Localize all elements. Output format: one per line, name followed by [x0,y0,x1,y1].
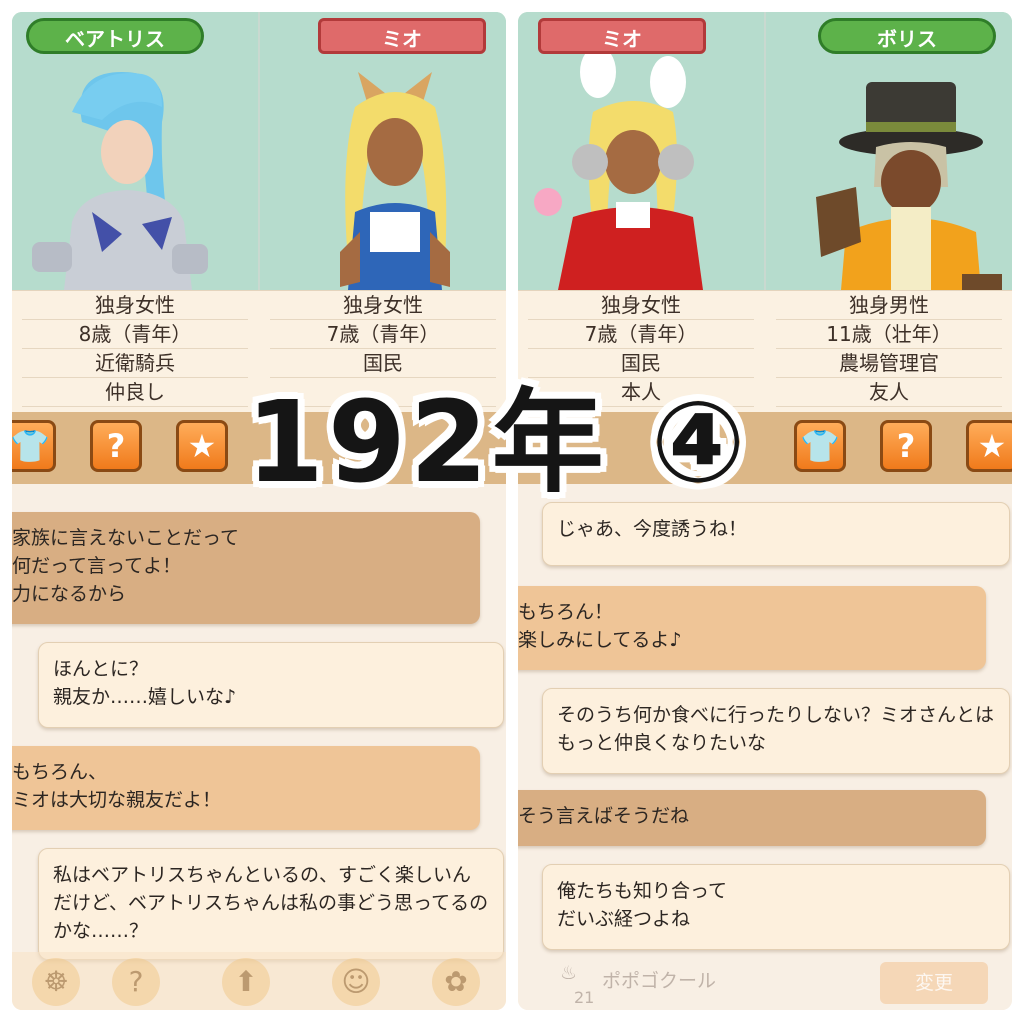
item-footer: ♨ ポポゴクール 21 変更 [518,952,1012,1010]
menu-character-icon[interactable]: ☺ [332,958,380,1006]
star-icon: ★ [187,427,217,465]
item-name: ポポゴクール [602,970,717,992]
name-tag-boris: ボリス [818,18,996,54]
menu-up-arrow-icon[interactable]: ⬆ [222,958,270,1006]
info-age: 7歳（青年） [270,320,496,349]
info-relation: 仲良し [22,378,248,407]
info-job: 農場管理官 [776,349,1002,378]
chat-message: そのうち何か食べに行ったりしない？ミオさんとはもっと仲良くなりたいな [542,688,1010,774]
info-age: 8歳（青年） [22,320,248,349]
collage: ベアトリス ミオ 独身女性 8歳（青年） 近衛騎兵 仲良し 独身女性 7歳（青年… [0,0,1024,1024]
chat-message: もちろん、 ミオは大切な親友だよ！ [12,746,480,830]
chat-log: 家族に言えないことだって 何だって言ってよ！ 力になるから ほんとに？ 親友か…… [12,484,506,1010]
info-job: 近衛騎兵 [22,349,248,378]
name-tag-beatrice: ベアトリス [26,18,204,54]
info-age: 11歳（壮年） [776,320,1002,349]
question-button[interactable]: ? [880,420,932,472]
bottom-menu: ☸ ? ⬆ ☺ ✿ [12,952,506,1010]
chat-message: 家族に言えないことだって 何だって言ってよ！ 力になるから [12,512,480,624]
info-job: 国民 [270,349,496,378]
question-icon: ? [106,427,126,465]
clothes-icon: 👕 [12,427,50,465]
menu-map-icon[interactable]: ✿ [432,958,480,1006]
chat-message: そう言えばそうだね [518,790,986,846]
info-column-beatrice: 独身女性 8歳（青年） 近衛騎兵 仲良し [12,291,258,413]
chat-message: 俺たちも知り合って だいぶ経つよね [542,864,1010,950]
info-relation: 友人 [776,378,1002,407]
star-icon: ★ [977,427,1007,465]
item-count: 21 [574,988,595,1007]
chat-message: 私はベアトリスちゃんといるの、すごく楽しいんだけど、ベアトリスちゃんは私の事どう… [38,848,504,960]
info-age: 7歳（青年） [528,320,754,349]
collage-title: 192年 ④ [246,378,750,508]
chat-message: ほんとに？ 親友か……嬉しいな♪ [38,642,504,728]
star-button[interactable]: ★ [966,420,1012,472]
info-status: 独身女性 [270,291,496,320]
name-tag-mio: ミオ [318,18,486,54]
info-status: 独身男性 [776,291,1002,320]
menu-help-icon[interactable]: ? [112,958,160,1006]
chat-log: じゃあ、今度誘うね！ もちろん！ 楽しみにしてるよ♪ そのうち何か食べに行ったり… [518,484,1012,1010]
question-icon: ? [896,427,916,465]
clothes-button[interactable]: 👕 [12,420,56,472]
name-tag-mio: ミオ [538,18,706,54]
chat-message: もちろん！ 楽しみにしてるよ♪ [518,586,986,670]
left-game-panel: ベアトリス ミオ 独身女性 8歳（青年） 近衛騎兵 仲良し 独身女性 7歳（青年… [12,12,506,1010]
question-button[interactable]: ? [90,420,142,472]
right-game-panel: ミオ ボリス 独身女性 7歳（青年） 国民 本人 独身男性 11歳（壮年） 農場… [518,12,1012,1010]
item-pouch-icon: ♨ [560,962,578,984]
menu-crest-icon[interactable]: ☸ [32,958,80,1006]
info-job: 国民 [528,349,754,378]
change-button[interactable]: 変更 [880,962,988,1004]
star-button[interactable]: ★ [176,420,228,472]
chat-message: じゃあ、今度誘うね！ [542,502,1010,566]
info-status: 独身女性 [528,291,754,320]
info-status: 独身女性 [22,291,248,320]
